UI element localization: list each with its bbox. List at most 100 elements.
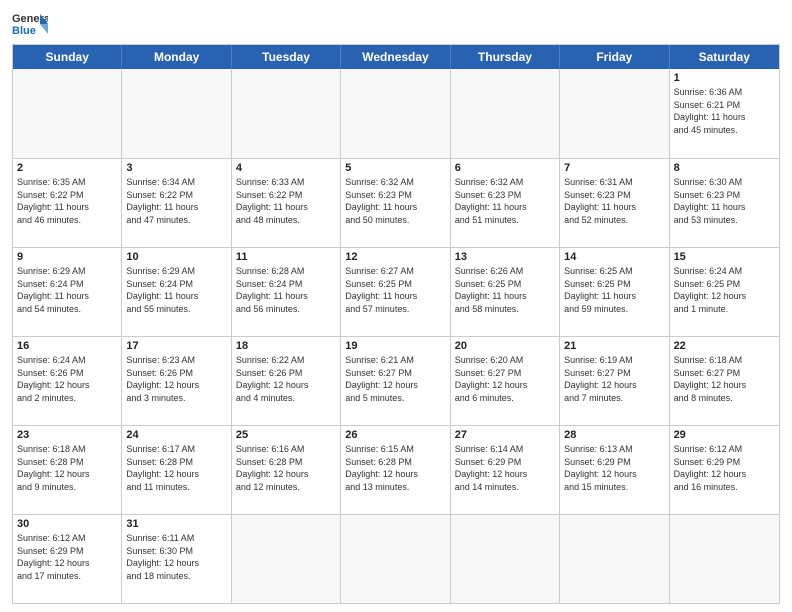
day-info: Sunrise: 6:25 AM Sunset: 6:25 PM Dayligh…	[564, 265, 664, 315]
week-1: 1 Sunrise: 6:36 AM Sunset: 6:21 PM Daylig…	[13, 69, 779, 158]
empty-cell	[122, 69, 231, 158]
day-cell-12: 12 Sunrise: 6:27 AM Sunset: 6:25 PM Dayli…	[341, 248, 450, 336]
day-cell-7: 7Sunrise: 6:31 AM Sunset: 6:23 PM Daylig…	[560, 159, 669, 247]
day-number: 13	[455, 251, 555, 263]
day-cell-3: 3 Sunrise: 6:34 AM Sunset: 6:22 PM Daylig…	[122, 159, 231, 247]
day-info: Sunrise: 6:14 AM Sunset: 6:29 PM Dayligh…	[455, 443, 555, 493]
day-number: 11	[236, 251, 336, 263]
day-number: 24	[126, 429, 226, 441]
day-info: Sunrise: 6:19 AM Sunset: 6:27 PM Dayligh…	[564, 354, 664, 404]
day-info: Sunrise: 6:20 AM Sunset: 6:27 PM Dayligh…	[455, 354, 555, 404]
day-info: Sunrise: 6:30 AM Sunset: 6:23 PM Dayligh…	[674, 176, 775, 226]
day-cell-20: 20 Sunrise: 6:20 AM Sunset: 6:27 PM Dayli…	[451, 337, 560, 425]
day-number: 27	[455, 429, 555, 441]
day-cell-13: 13 Sunrise: 6:26 AM Sunset: 6:25 PM Dayli…	[451, 248, 560, 336]
header-day-wednesday: Wednesday	[341, 45, 450, 69]
calendar-body: 1 Sunrise: 6:36 AM Sunset: 6:21 PM Daylig…	[13, 69, 779, 603]
day-cell-23: 23 Sunrise: 6:18 AM Sunset: 6:28 PM Dayli…	[13, 426, 122, 514]
day-number: 12	[345, 251, 445, 263]
day-number: 18	[236, 340, 336, 352]
day-cell-4: 4Sunrise: 6:33 AM Sunset: 6:22 PM Daylig…	[232, 159, 341, 247]
day-info: Sunrise: 6:28 AM Sunset: 6:24 PM Dayligh…	[236, 265, 336, 315]
day-number: 21	[564, 340, 664, 352]
week-3: 9 Sunrise: 6:29 AM Sunset: 6:24 PM Daylig…	[13, 247, 779, 336]
day-info: Sunrise: 6:29 AM Sunset: 6:24 PM Dayligh…	[17, 265, 117, 315]
day-info: Sunrise: 6:34 AM Sunset: 6:22 PM Dayligh…	[126, 176, 226, 226]
svg-text:Blue: Blue	[12, 25, 36, 37]
day-info: Sunrise: 6:21 AM Sunset: 6:27 PM Dayligh…	[345, 354, 445, 404]
day-number: 6	[455, 162, 555, 174]
logo: General Blue	[12, 10, 48, 38]
empty-cell	[341, 515, 450, 603]
calendar-header: SundayMondayTuesdayWednesdayThursdayFrid…	[13, 45, 779, 69]
day-cell-18: 18Sunrise: 6:22 AM Sunset: 6:26 PM Dayli…	[232, 337, 341, 425]
day-cell-2: 2Sunrise: 6:35 AM Sunset: 6:22 PM Daylig…	[13, 159, 122, 247]
day-number: 23	[17, 429, 117, 441]
day-cell-16: 16 Sunrise: 6:24 AM Sunset: 6:26 PM Dayli…	[13, 337, 122, 425]
day-info: Sunrise: 6:12 AM Sunset: 6:29 PM Dayligh…	[674, 443, 775, 493]
day-number: 20	[455, 340, 555, 352]
day-number: 3	[126, 162, 226, 174]
calendar: SundayMondayTuesdayWednesdayThursdayFrid…	[12, 44, 780, 604]
day-number: 2	[17, 162, 117, 174]
day-cell-21: 21 Sunrise: 6:19 AM Sunset: 6:27 PM Dayli…	[560, 337, 669, 425]
day-number: 9	[17, 251, 117, 263]
day-info: Sunrise: 6:15 AM Sunset: 6:28 PM Dayligh…	[345, 443, 445, 493]
day-info: Sunrise: 6:29 AM Sunset: 6:24 PM Dayligh…	[126, 265, 226, 315]
day-number: 1	[674, 72, 775, 84]
empty-cell	[670, 515, 779, 603]
day-info: Sunrise: 6:13 AM Sunset: 6:29 PM Dayligh…	[564, 443, 664, 493]
day-number: 19	[345, 340, 445, 352]
day-info: Sunrise: 6:16 AM Sunset: 6:28 PM Dayligh…	[236, 443, 336, 493]
empty-cell	[451, 69, 560, 158]
day-cell-1: 1 Sunrise: 6:36 AM Sunset: 6:21 PM Daylig…	[670, 69, 779, 158]
day-number: 31	[126, 518, 226, 530]
day-info: Sunrise: 6:26 AM Sunset: 6:25 PM Dayligh…	[455, 265, 555, 315]
empty-cell	[232, 515, 341, 603]
empty-cell	[560, 515, 669, 603]
day-cell-31: 31Sunrise: 6:11 AM Sunset: 6:30 PM Dayli…	[122, 515, 231, 603]
day-number: 22	[674, 340, 775, 352]
day-cell-28: 28 Sunrise: 6:13 AM Sunset: 6:29 PM Dayli…	[560, 426, 669, 514]
day-number: 8	[674, 162, 775, 174]
day-number: 29	[674, 429, 775, 441]
header-day-friday: Friday	[560, 45, 669, 69]
logo-icon: General Blue	[12, 10, 48, 38]
day-info: Sunrise: 6:33 AM Sunset: 6:22 PM Dayligh…	[236, 176, 336, 226]
empty-cell	[341, 69, 450, 158]
day-info: Sunrise: 6:18 AM Sunset: 6:28 PM Dayligh…	[17, 443, 117, 493]
day-info: Sunrise: 6:36 AM Sunset: 6:21 PM Dayligh…	[674, 86, 775, 136]
day-number: 16	[17, 340, 117, 352]
day-info: Sunrise: 6:32 AM Sunset: 6:23 PM Dayligh…	[455, 176, 555, 226]
day-cell-10: 10Sunrise: 6:29 AM Sunset: 6:24 PM Dayli…	[122, 248, 231, 336]
day-cell-15: 15Sunrise: 6:24 AM Sunset: 6:25 PM Dayli…	[670, 248, 779, 336]
day-info: Sunrise: 6:27 AM Sunset: 6:25 PM Dayligh…	[345, 265, 445, 315]
day-number: 30	[17, 518, 117, 530]
day-number: 28	[564, 429, 664, 441]
day-cell-9: 9 Sunrise: 6:29 AM Sunset: 6:24 PM Daylig…	[13, 248, 122, 336]
day-cell-29: 29 Sunrise: 6:12 AM Sunset: 6:29 PM Dayli…	[670, 426, 779, 514]
empty-cell	[13, 69, 122, 158]
week-5: 23 Sunrise: 6:18 AM Sunset: 6:28 PM Dayli…	[13, 425, 779, 514]
day-cell-6: 6 Sunrise: 6:32 AM Sunset: 6:23 PM Daylig…	[451, 159, 560, 247]
day-number: 14	[564, 251, 664, 263]
day-number: 5	[345, 162, 445, 174]
header-day-thursday: Thursday	[451, 45, 560, 69]
header: General Blue	[12, 10, 780, 38]
day-cell-8: 8 Sunrise: 6:30 AM Sunset: 6:23 PM Daylig…	[670, 159, 779, 247]
day-cell-19: 19 Sunrise: 6:21 AM Sunset: 6:27 PM Dayli…	[341, 337, 450, 425]
day-number: 26	[345, 429, 445, 441]
day-number: 7	[564, 162, 664, 174]
day-cell-24: 24Sunrise: 6:17 AM Sunset: 6:28 PM Dayli…	[122, 426, 231, 514]
empty-cell	[560, 69, 669, 158]
day-info: Sunrise: 6:24 AM Sunset: 6:26 PM Dayligh…	[17, 354, 117, 404]
page: General Blue SundayMondayTuesdayWednesda…	[0, 0, 792, 612]
header-day-sunday: Sunday	[13, 45, 122, 69]
week-4: 16 Sunrise: 6:24 AM Sunset: 6:26 PM Dayli…	[13, 336, 779, 425]
day-cell-11: 11 Sunrise: 6:28 AM Sunset: 6:24 PM Dayli…	[232, 248, 341, 336]
header-day-monday: Monday	[122, 45, 231, 69]
day-cell-5: 5Sunrise: 6:32 AM Sunset: 6:23 PM Daylig…	[341, 159, 450, 247]
header-day-tuesday: Tuesday	[232, 45, 341, 69]
day-cell-17: 17Sunrise: 6:23 AM Sunset: 6:26 PM Dayli…	[122, 337, 231, 425]
empty-cell	[451, 515, 560, 603]
